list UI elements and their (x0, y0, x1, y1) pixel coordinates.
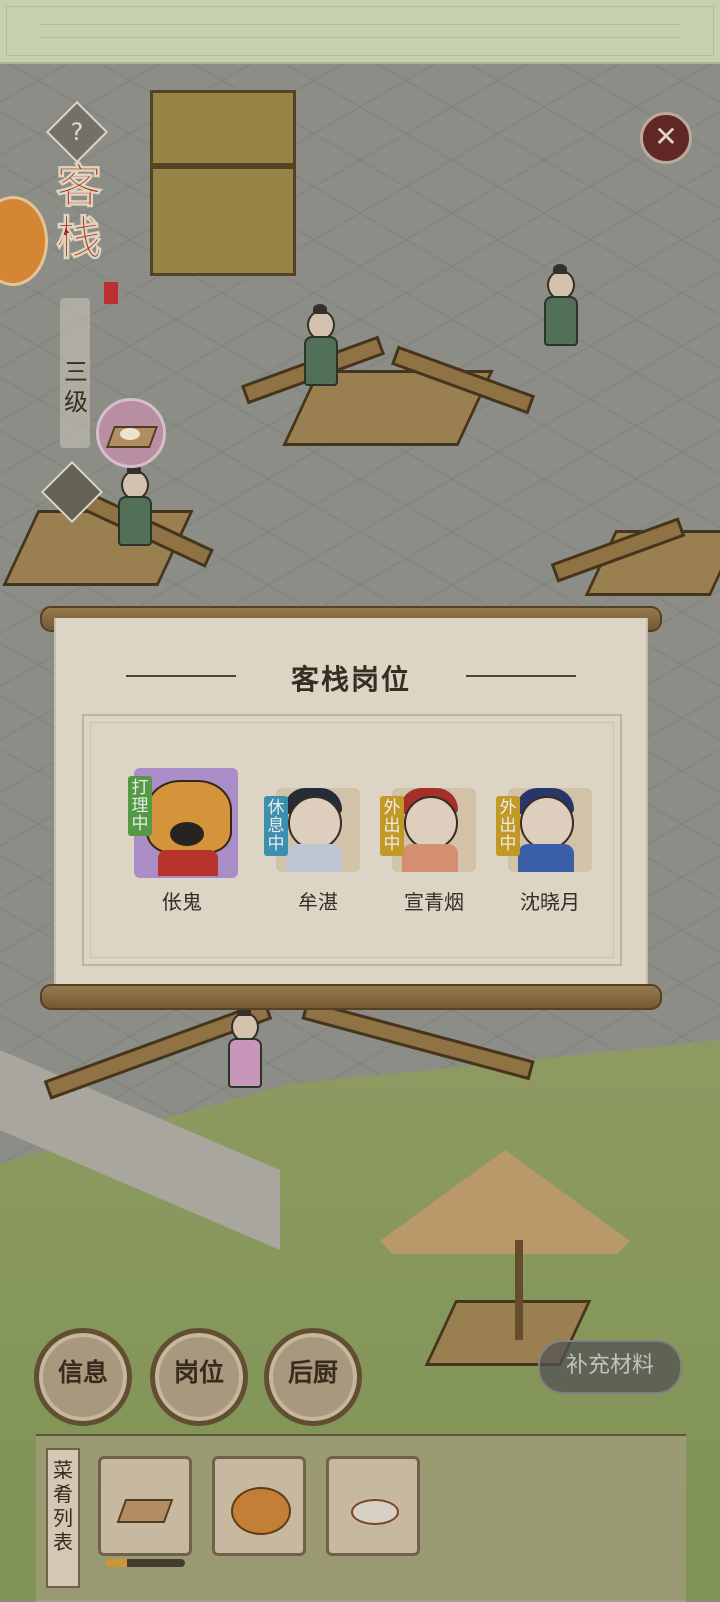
staff-slot[interactable]: 休息中 牟湛 (264, 768, 368, 914)
status-tag: 外出中 (496, 796, 520, 856)
portrait-face (404, 796, 458, 850)
guest-npc[interactable] (114, 464, 152, 550)
storage-shelf (150, 90, 296, 276)
tiger-robe (158, 850, 218, 876)
dialog-title: 客栈岗位 (290, 663, 411, 696)
status-tag: 休息中 (264, 796, 288, 856)
question-icon: ? (70, 118, 84, 146)
parasol-pole (515, 1240, 523, 1340)
banner-ornament (40, 24, 680, 38)
seal-stamp (104, 282, 118, 304)
waiter-npc[interactable] (300, 304, 338, 390)
fried-egg-icon (120, 428, 140, 440)
staff-slot[interactable]: 外出中 宣青烟 (380, 768, 484, 914)
dish-progress-fill (105, 1559, 128, 1567)
portrait-body (286, 844, 342, 872)
shopkeeper-npc[interactable] (224, 1006, 262, 1092)
staff-name: 沈晓月 (520, 890, 580, 914)
portrait-face (288, 796, 342, 850)
top-banner (0, 0, 720, 64)
portrait-body (518, 844, 574, 872)
dish-progress (105, 1559, 185, 1567)
staff-name: 牟湛 (298, 890, 338, 914)
dish-slot[interactable] (212, 1456, 306, 1556)
title-char: 栈 (56, 211, 103, 265)
guest-npc[interactable] (540, 264, 578, 350)
info-button[interactable]: 信息 (34, 1328, 132, 1426)
close-button[interactable]: ✕ (640, 112, 692, 164)
title-divider-right (466, 675, 576, 677)
dialog-header: 客栈岗位 (116, 658, 586, 696)
staff-name: 伥鬼 (162, 890, 202, 914)
dish-slot[interactable] (98, 1456, 192, 1567)
portrait-body (402, 844, 458, 872)
restock-button[interactable]: 补充材料 (538, 1340, 682, 1394)
inn-level: 三级 (64, 359, 88, 416)
status-tag: 外出中 (380, 796, 404, 856)
status-tag: 打理中 (128, 776, 152, 836)
tiger-mouth (170, 822, 204, 846)
staff-slot[interactable]: 外出中 沈晓月 (496, 768, 600, 914)
dish-menu-panel: 菜肴列表 (36, 1434, 686, 1602)
dish-slot[interactable] (326, 1456, 420, 1556)
staff-name: 宣青烟 (404, 890, 464, 914)
dish-list-label: 菜肴列表 (46, 1448, 80, 1588)
roast-chicken-icon (231, 1487, 291, 1535)
fried-egg-icon (116, 1499, 174, 1523)
stir-fry-icon (351, 1499, 399, 1525)
kitchen-button[interactable]: 后厨 (264, 1328, 362, 1426)
staff-dialog: 客栈岗位 打理中 伥鬼 休息中 牟湛 外出中 宣青烟 外出中 沈晓月 (54, 618, 648, 986)
portrait-face (520, 796, 574, 850)
post-button[interactable]: 岗位 (150, 1328, 248, 1426)
title-char: 客 (56, 159, 103, 213)
inn-title: 客 栈 (40, 160, 118, 300)
staff-slot[interactable]: 打理中 伥鬼 (128, 768, 238, 914)
scroll-bottom-roller (40, 984, 662, 1010)
